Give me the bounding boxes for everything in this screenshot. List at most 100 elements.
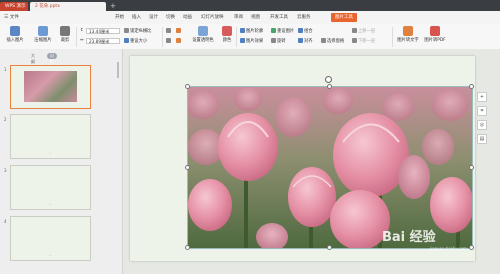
tab-outline[interactable]: 大纲 (28, 53, 38, 64)
thumbnail-image (24, 71, 77, 102)
menu-view[interactable]: 视图 (251, 11, 260, 24)
group-button[interactable]: 组合 (298, 28, 313, 35)
menu-slideshow[interactable]: 幻灯片放映 (201, 11, 224, 24)
slide-number: 3 (4, 168, 7, 173)
resize-handle[interactable] (469, 165, 474, 170)
menu-cloud[interactable]: 云服务 (297, 11, 311, 24)
contrast-icon (176, 38, 181, 43)
compress-icon (38, 26, 48, 36)
flip-icon (166, 38, 171, 43)
tulip-illustration (188, 87, 472, 248)
divider (392, 27, 393, 47)
up-layer-button[interactable]: 上移一层 (352, 28, 375, 35)
crop-button[interactable]: 裁剪 (58, 26, 72, 44)
resize-handle[interactable] (469, 84, 474, 89)
reset-picture-button[interactable]: 重设图片 (271, 28, 294, 35)
resize-handle[interactable] (185, 165, 190, 170)
menu-insert[interactable]: 插入 (132, 11, 141, 24)
add-icon[interactable]: + (477, 92, 487, 102)
brightness-icon (176, 28, 181, 33)
lock-ratio-checkbox[interactable]: 锁定纵横比 (124, 28, 151, 35)
layout-icon[interactable]: ▤ (477, 134, 487, 144)
menu-review[interactable]: 审阅 (234, 11, 243, 24)
tab-slides[interactable]: 幻灯片 (47, 53, 57, 70)
menu-animation[interactable]: 动画 (183, 11, 192, 24)
reset-icon (271, 28, 276, 33)
resize-handle[interactable] (185, 245, 190, 250)
watermark-url: jingyan.baidu.com (430, 246, 467, 251)
resize-handle[interactable] (327, 245, 332, 250)
slide-thumbnail-1[interactable] (10, 65, 91, 109)
rotate-left-button[interactable] (166, 28, 172, 35)
transparent-icon (198, 26, 208, 36)
selection-pane-icon (321, 38, 326, 43)
new-tab-button[interactable]: + (108, 1, 118, 10)
picture-effect-button[interactable]: 图片效果 (240, 38, 263, 45)
slide-number: 4 (4, 219, 7, 224)
resize-handle[interactable] (327, 84, 332, 89)
compress-picture-button[interactable]: 压缩图片 (32, 26, 54, 44)
rotate-icon (271, 38, 276, 43)
crop-icon[interactable]: ⌗ (477, 106, 487, 116)
effect-icon (240, 38, 245, 43)
menu-home[interactable]: 开始 (115, 11, 124, 24)
menu-developer[interactable]: 开发工具 (270, 11, 288, 24)
layer-down-icon (352, 38, 357, 43)
resize-icon (124, 38, 129, 43)
slide-thumbnail-4[interactable]: — (10, 216, 91, 261)
watermark: Bai 经验 (382, 230, 436, 245)
align-button[interactable]: 对齐 (298, 38, 313, 45)
ribbon: 插入图片 压缩图片 裁剪 ↕ 13.44厘米 ↔ 23.89厘米 锁定纵横比 重… (0, 24, 500, 50)
pane-scrollbar[interactable] (117, 62, 119, 78)
picture-to-pdf-button[interactable]: 图片转PDF (422, 26, 448, 44)
outline-icon (240, 28, 245, 33)
height-field[interactable]: 13.44厘米 (86, 28, 120, 34)
crop-icon (60, 26, 70, 36)
down-layer-button[interactable]: 下移一层 (352, 38, 375, 45)
thumbnail-footer: — (49, 202, 52, 206)
slide-thumbnail-2[interactable]: — (10, 114, 91, 159)
rotate-button[interactable]: 旋转 (271, 38, 286, 45)
divider (162, 27, 163, 47)
height-label: ↕ (80, 28, 84, 33)
pdf-icon (430, 26, 440, 36)
slide-thumbnail-3[interactable]: — (10, 165, 91, 210)
set-transparent-button[interactable]: 设置透明色 (188, 26, 218, 44)
layer-up-icon (352, 28, 357, 33)
resize-handle[interactable] (185, 84, 190, 89)
zoom-icon[interactable]: ◎ (477, 120, 487, 130)
slide-number: 2 (4, 117, 7, 122)
align-icon (298, 38, 303, 43)
picture-icon (10, 26, 20, 36)
checkbox-icon (124, 28, 129, 33)
flip-button[interactable] (166, 38, 172, 45)
menu-transition[interactable]: 切换 (166, 11, 175, 24)
contrast-button[interactable] (176, 38, 182, 45)
menu-picture-tools[interactable]: 图片工具 (331, 13, 357, 22)
tab-document[interactable]: 2 花朵.pptx (30, 2, 106, 11)
tulip-picture[interactable] (187, 86, 473, 249)
ocr-icon (403, 26, 413, 36)
menu-design[interactable]: 设计 (149, 11, 158, 24)
menu-file[interactable]: 三 文件 (4, 11, 19, 24)
divider (236, 27, 237, 47)
resize-handle[interactable] (469, 245, 474, 250)
insert-picture-button[interactable]: 插入图片 (4, 26, 26, 44)
reset-size-button[interactable]: 重设大小 (124, 38, 147, 45)
color-icon (222, 26, 232, 36)
brightness-button[interactable] (176, 28, 182, 35)
color-button[interactable]: 颜色 (220, 26, 234, 44)
picture-outline-button[interactable]: 图片轮廓 (240, 28, 263, 35)
picture-to-text-button[interactable]: 图片转文字 (396, 26, 420, 44)
divider (76, 27, 77, 47)
floating-toolbar: + ⌗ ◎ ▤ (477, 92, 487, 148)
rotate-icon (166, 28, 171, 33)
rotate-handle[interactable] (325, 76, 332, 83)
thumbnail-footer: — (49, 253, 52, 257)
width-field[interactable]: 23.89厘米 (86, 38, 120, 44)
width-label: ↔ (80, 38, 84, 43)
group-icon (298, 28, 303, 33)
selection-pane-button[interactable]: 选择窗格 (321, 38, 344, 45)
thumbnail-footer: — (49, 151, 52, 155)
tab-wps-app[interactable]: WPS 演示 (0, 2, 28, 11)
